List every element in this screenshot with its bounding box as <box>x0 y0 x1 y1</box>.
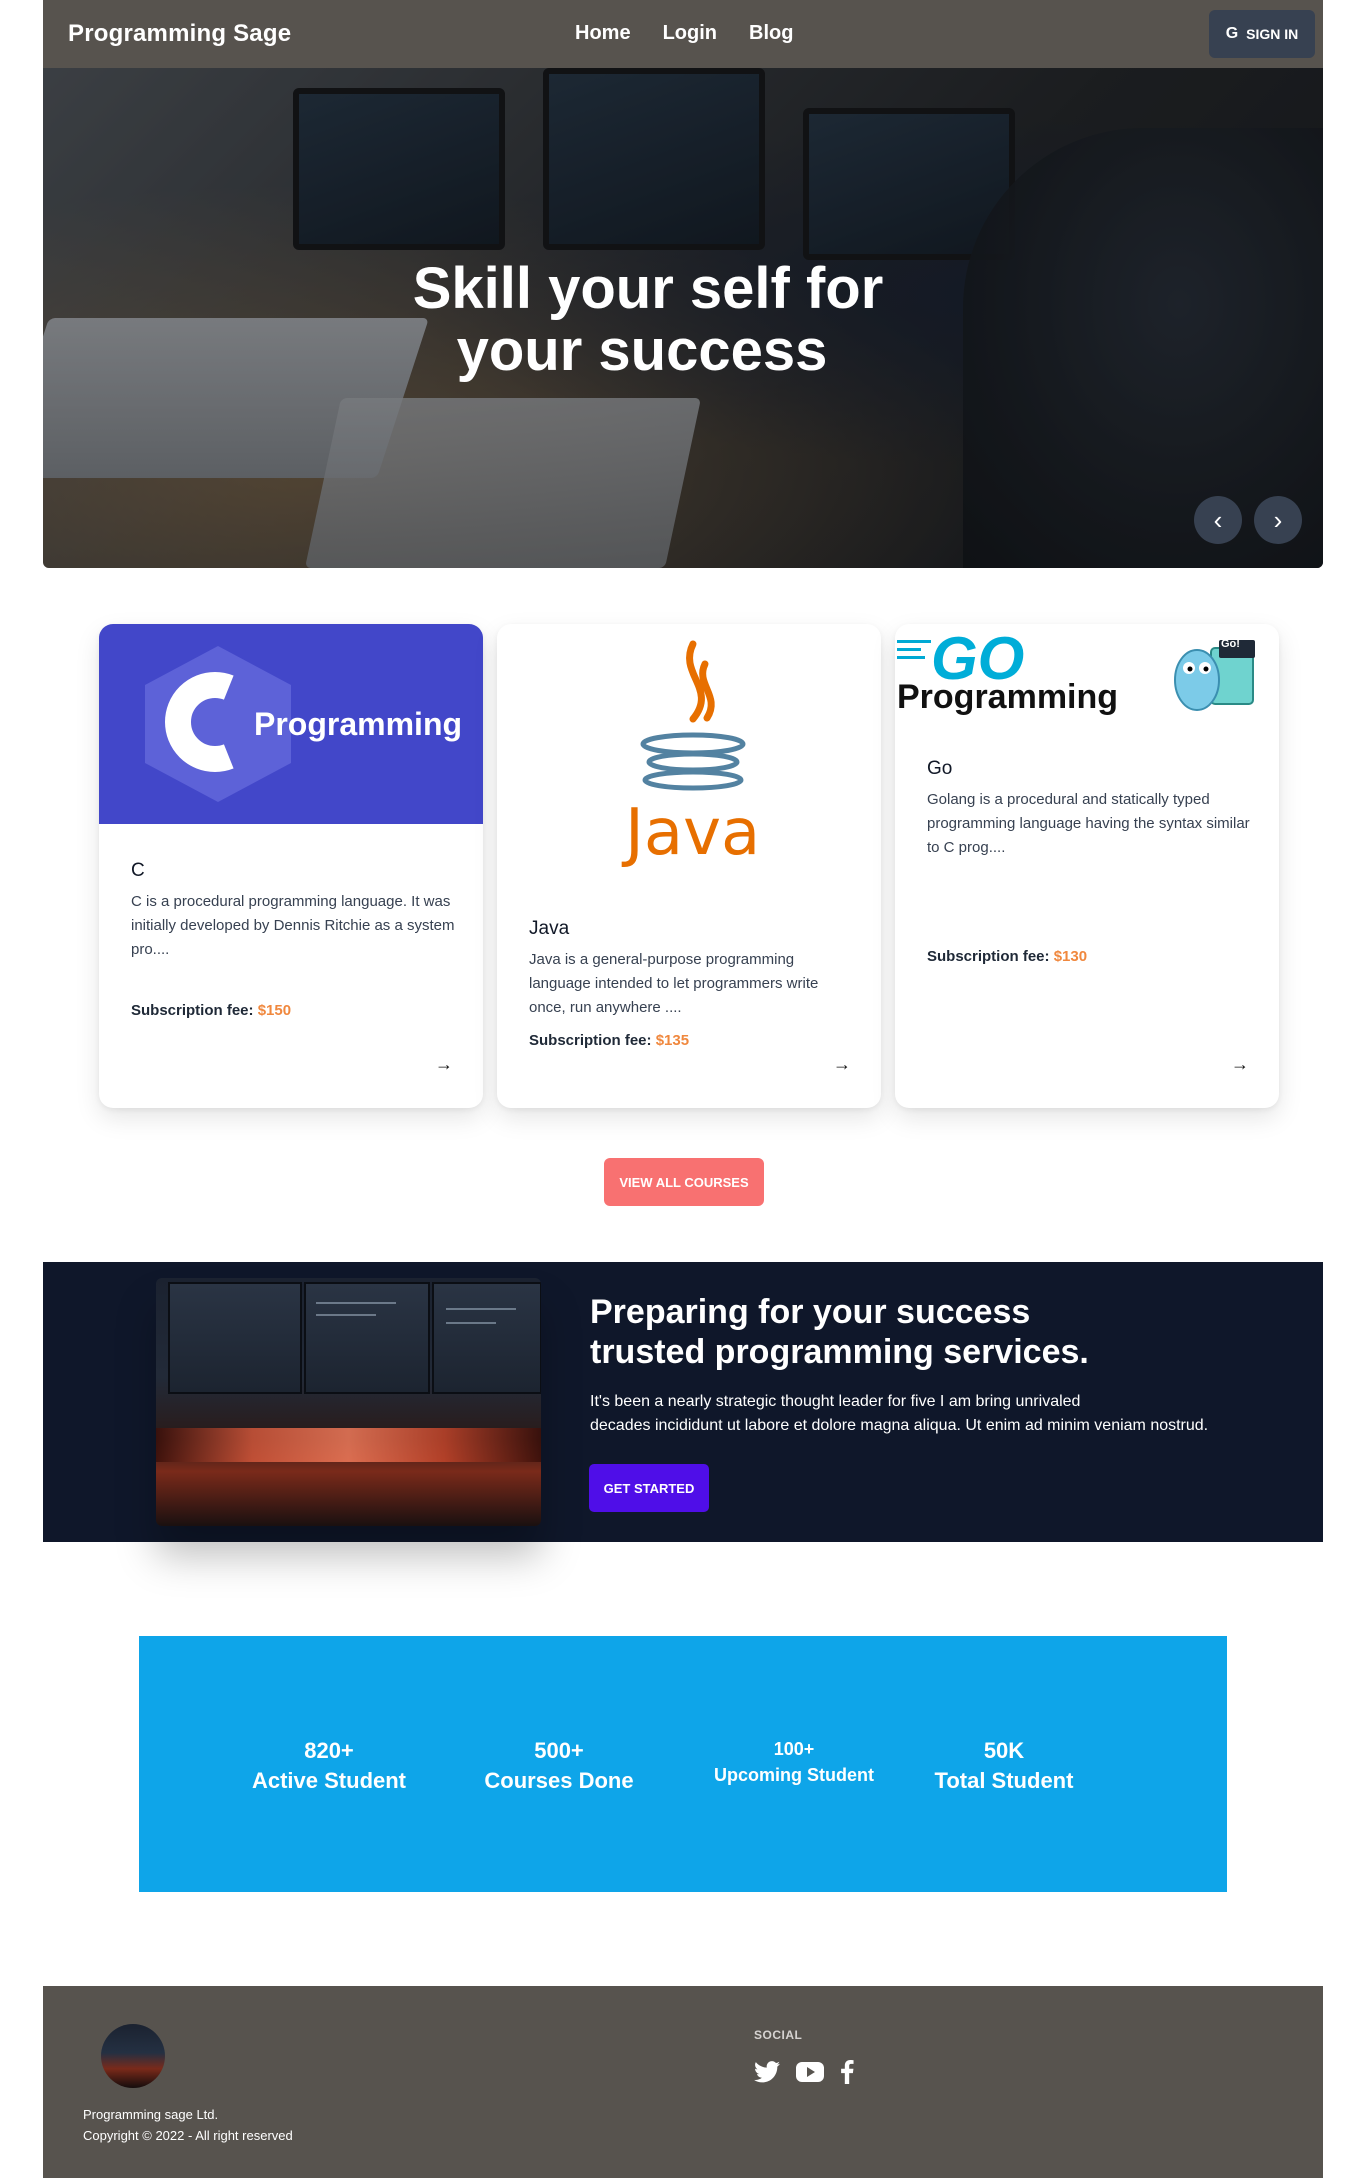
sign-in-label: SIGN IN <box>1246 26 1299 42</box>
stat-label: Total Student <box>934 1768 1074 1793</box>
stat-upcoming-students: 100+ Upcoming Student <box>694 1736 894 1788</box>
banner-title-line2: trusted programming services. <box>590 1333 1089 1371</box>
code-line <box>446 1322 496 1324</box>
hero-title: Skill your self for your success <box>43 258 1323 382</box>
facebook-icon[interactable] <box>840 2060 854 2089</box>
fee-value: $150 <box>257 1002 292 1019</box>
stat-number: 50K <box>983 1738 1025 1763</box>
footer-info: Programming sage Ltd. Copyright © 2022 -… <box>83 2104 293 2146</box>
stat-number: 100+ <box>773 1739 815 1759</box>
fee-label: Subscription fee: <box>529 1032 652 1049</box>
course-title: Go <box>927 758 953 779</box>
arrow-right-icon[interactable]: → <box>435 1054 453 1075</box>
arrow-right-icon[interactable]: → <box>1231 1054 1249 1075</box>
footer: Programming sage Ltd. Copyright © 2022 -… <box>43 1986 1323 2178</box>
footer-copyright: Copyright © 2022 - All right reserved <box>83 2128 293 2143</box>
course-title: C <box>131 860 145 881</box>
get-started-button[interactable]: GET STARTED <box>589 1464 709 1512</box>
java-image-text: Java <box>625 796 761 870</box>
carousel-prev-button[interactable]: ‹ <box>1194 496 1242 544</box>
course-description: Java is a general-purpose programming la… <box>529 951 819 1016</box>
twitter-icon[interactable] <box>754 2061 780 2088</box>
hero-title-line1: Skill your self for <box>412 256 884 321</box>
stat-total-students: 50K Total Student <box>904 1736 1104 1796</box>
banner-image <box>156 1278 541 1526</box>
nav-link-login[interactable]: Login <box>663 22 717 45</box>
services-banner: Preparing for your success trusted progr… <box>43 1262 1323 1542</box>
banner-title: Preparing for your success trusted progr… <box>590 1292 1089 1372</box>
stat-courses-done: 500+ Courses Done <box>459 1736 659 1796</box>
nav-link-home[interactable]: Home <box>575 22 631 45</box>
fee-label: Subscription fee: <box>131 1002 254 1019</box>
social-heading: SOCIAL <box>754 2028 803 2042</box>
stat-label: Upcoming Student <box>714 1765 874 1785</box>
c-image-text: Programming <box>254 706 463 742</box>
banner-text-line1: It's been a nearly strategic thought lea… <box>590 1393 1081 1410</box>
course-fee: Subscription fee: $130 <box>927 948 1087 965</box>
banner-glow <box>156 1428 541 1462</box>
course-title: Java <box>529 918 570 939</box>
go-image-subtext: Programming <box>897 678 1119 716</box>
code-line <box>316 1314 376 1316</box>
footer-company: Programming sage Ltd. <box>83 2107 219 2122</box>
course-fee: Subscription fee: $150 <box>131 1002 291 1019</box>
sign-in-button[interactable]: G SIGN IN <box>1209 10 1315 58</box>
course-description: Golang is a procedural and statically ty… <box>927 791 1250 856</box>
course-description: C is a procedural programming language. … <box>131 893 455 958</box>
brand-logo[interactable]: Programming Sage <box>68 20 291 48</box>
view-all-courses-button[interactable]: VIEW ALL COURSES <box>604 1158 764 1206</box>
navbar: Programming Sage Home Login Blog G SIGN … <box>43 0 1323 68</box>
footer-logo <box>101 2024 165 2088</box>
course-card-c[interactable]: Programming C C is a procedural programm… <box>99 624 483 1108</box>
banner-text-line2: decades incididunt ut labore et dolore m… <box>590 1417 1209 1434</box>
code-line <box>316 1302 396 1304</box>
nav-link-blog[interactable]: Blog <box>749 22 793 45</box>
go-speed-lines <box>897 640 931 664</box>
gopher-badge-text: Go! <box>1221 638 1240 650</box>
stat-label: Active Student <box>251 1768 407 1793</box>
banner-title-line1: Preparing for your success <box>590 1293 1031 1331</box>
nav-links: Home Login Blog <box>575 22 793 45</box>
carousel-next-button[interactable]: › <box>1254 496 1302 544</box>
course-fee: Subscription fee: $135 <box>529 1032 689 1049</box>
google-icon: G <box>1225 25 1239 42</box>
course-card-java[interactable]: Java Java Java is a general-purpose prog… <box>497 624 881 1108</box>
banner-text: It's been a nearly strategic thought lea… <box>590 1390 1250 1438</box>
banner-monitor-center <box>304 1282 430 1394</box>
stat-label: Courses Done <box>484 1768 634 1793</box>
fee-value: $135 <box>655 1032 690 1049</box>
banner-monitor-right <box>432 1282 541 1394</box>
c-course-image: Programming <box>99 624 483 824</box>
stat-active-students: 820+ Active Student <box>229 1736 429 1796</box>
fee-value: $130 <box>1053 948 1088 965</box>
fee-label: Subscription fee: <box>927 948 1050 965</box>
youtube-icon[interactable] <box>796 2062 824 2087</box>
course-card-go[interactable]: GO Programming Go! Go Golang is a proced… <box>895 624 1279 1108</box>
arrow-right-icon[interactable]: → <box>833 1054 851 1075</box>
gopher-icon <box>1174 640 1255 711</box>
hero-title-line2: your success <box>456 318 828 383</box>
stat-number: 820+ <box>304 1738 354 1763</box>
social-links <box>754 2060 854 2089</box>
banner-monitor-left <box>168 1282 302 1394</box>
code-line <box>446 1308 516 1310</box>
stats-section: 820+ Active Student 500+ Courses Done 10… <box>139 1636 1227 1892</box>
stat-number: 500+ <box>534 1738 584 1763</box>
hero-carousel: Skill your self for your success ‹ › <box>43 68 1323 568</box>
